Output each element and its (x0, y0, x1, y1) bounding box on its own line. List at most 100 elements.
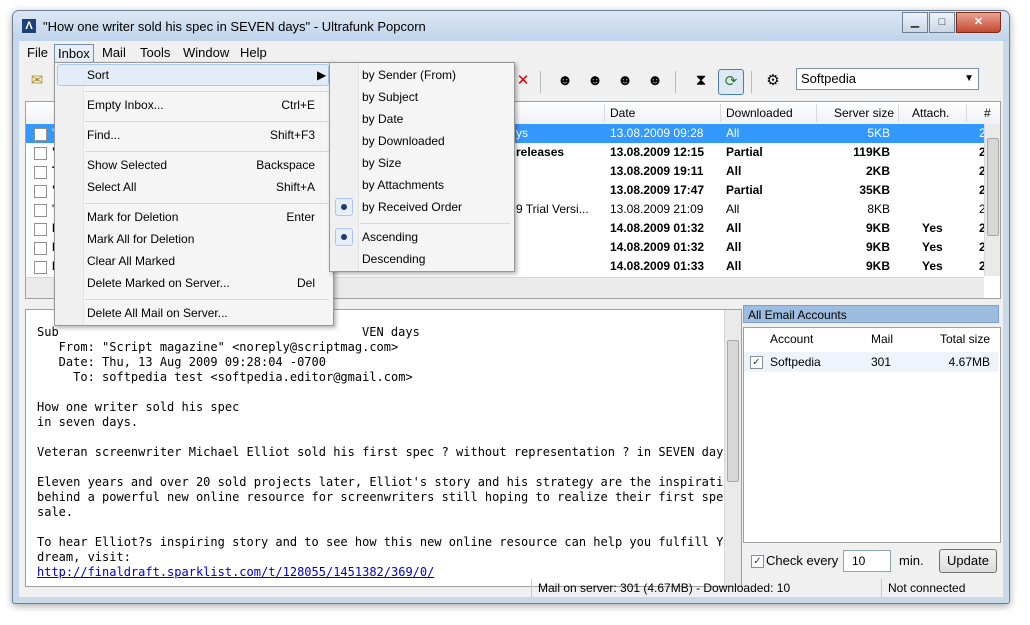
column-server-size[interactable]: Server size (834, 106, 894, 120)
update-button[interactable]: Update (939, 549, 997, 573)
row-checkbox[interactable] (34, 147, 47, 160)
chevron-down-icon: ▼ (964, 73, 974, 84)
maximize-button[interactable]: □ (929, 12, 955, 33)
menu-item-delete-all[interactable]: Delete All Mail on Server... (87, 306, 228, 320)
new-mail-icon[interactable]: ✉ (25, 69, 49, 93)
inbox-menu: Sort ▶ Empty Inbox... Ctrl+E Find... Shi… (54, 62, 334, 326)
menu-item-delete-marked[interactable]: Delete Marked on Server... (87, 276, 230, 290)
menu-tools[interactable]: Tools (136, 44, 174, 61)
check-every-controls: ✓ Check every 10 min. Update (751, 549, 1001, 577)
toolbar-separator (751, 71, 752, 93)
row-attach: Yes (922, 221, 943, 235)
preview-body-line: sale. (37, 505, 74, 519)
sort-by-received-order[interactable]: by Received Order (362, 200, 462, 214)
row-size: 2KB (865, 164, 890, 178)
scroll-thumb[interactable] (987, 138, 999, 236)
menu-help[interactable]: Help (236, 44, 271, 61)
sort-ascending[interactable]: Ascending (362, 230, 418, 244)
menu-separator (85, 203, 329, 204)
minimize-button[interactable]: ▁ (902, 12, 928, 33)
column-downloaded[interactable]: Downloaded (726, 106, 793, 120)
row-checkbox[interactable] (34, 223, 47, 236)
menu-item-mark-deletion[interactable]: Mark for Deletion (87, 210, 178, 224)
row-checkbox[interactable] (34, 166, 47, 179)
shortcut-empty-inbox: Ctrl+E (281, 98, 315, 112)
menu-separator (85, 299, 329, 300)
accounts-title: All Email Accounts (743, 305, 999, 323)
row-size: 9KB (865, 259, 890, 273)
row-date: 14.08.2009 01:32 (610, 240, 705, 254)
column-divider (966, 104, 967, 122)
menu-window[interactable]: Window (179, 44, 233, 61)
menu-inbox[interactable]: Inbox (54, 44, 94, 63)
check-every-checkbox[interactable]: ✓ (751, 555, 764, 568)
sync-icon[interactable]: ⟳ (718, 69, 744, 95)
account-row[interactable]: ✓ Softpedia 301 4.67MB (744, 352, 998, 372)
row-checkbox[interactable] (34, 204, 47, 217)
menu-item-sort[interactable]: Sort (87, 68, 109, 82)
row-checkbox[interactable] (34, 242, 47, 255)
preview-subject-tail: VEN days (362, 325, 420, 339)
row-size: 119KB (853, 145, 890, 159)
menu-separator (360, 223, 510, 224)
row-size: 9KB (865, 240, 890, 254)
account-select[interactable]: Softpedia ▼ (796, 68, 979, 90)
preview-vertical-scrollbar[interactable] (724, 310, 741, 586)
sort-descending[interactable]: Descending (362, 252, 425, 266)
scroll-thumb[interactable] (727, 340, 739, 482)
menu-mail[interactable]: Mail (98, 44, 130, 61)
menu-item-clear-marked[interactable]: Clear All Marked (87, 254, 175, 268)
menu-item-find[interactable]: Find... (87, 128, 120, 142)
row-checkbox[interactable] (34, 128, 47, 141)
toolbar-separator (675, 71, 676, 93)
accounts-panel: All Email Accounts Account Mail Total si… (743, 305, 1001, 545)
menu-item-empty-inbox[interactable]: Empty Inbox... (87, 98, 164, 112)
row-subject-tail: releases (516, 145, 565, 159)
row-size: 9KB (865, 221, 890, 235)
row-checkbox[interactable] (34, 185, 47, 198)
status-divider (531, 579, 532, 597)
row-downloaded: All (726, 126, 740, 140)
message-preview: Sub VEN days From: "Script magazine" <no… (25, 309, 742, 587)
row-subject-tail: 9 Trial Versi... (516, 202, 589, 216)
menu-item-show-selected[interactable]: Show Selected (87, 158, 167, 172)
sort-by-date[interactable]: by Date (362, 112, 403, 126)
accounts-header-mail[interactable]: Mail (871, 332, 893, 346)
user-icon[interactable]: ☻ (583, 69, 607, 93)
column-divider (604, 104, 605, 122)
check-interval-input[interactable]: 10 (843, 550, 891, 572)
menu-separator (85, 121, 329, 122)
column-number[interactable]: # (984, 106, 991, 120)
account-checkbox[interactable]: ✓ (750, 356, 763, 369)
title-bar: Λ "How one writer sold his spec in SEVEN… (13, 11, 1009, 41)
row-subject-tail: ys (516, 126, 528, 140)
row-downloaded: All (726, 259, 742, 273)
menu-file[interactable]: File (23, 44, 52, 61)
user-prev-icon[interactable]: ☻ (553, 69, 577, 93)
sort-by-size[interactable]: by Size (362, 156, 401, 170)
status-server: Mail on server: 301 (4.67MB) - Downloade… (538, 581, 791, 595)
menu-separator (85, 91, 329, 92)
sort-by-attachments[interactable]: by Attachments (362, 178, 444, 192)
row-size: 35KB (859, 183, 890, 197)
menu-item-mark-all-deletion[interactable]: Mark All for Deletion (87, 232, 194, 246)
user-next-icon[interactable]: ☻ (613, 69, 637, 93)
account-settings-icon[interactable]: ⚙ (761, 69, 785, 93)
sort-by-downloaded[interactable]: by Downloaded (362, 134, 445, 148)
row-date: 13.08.2009 09:28 (610, 126, 704, 140)
user-refresh-icon[interactable]: ☻ (643, 69, 667, 93)
column-date[interactable]: Date (610, 106, 635, 120)
accounts-header-size[interactable]: Total size (940, 332, 990, 346)
sort-by-sender[interactable]: by Sender (From) (362, 68, 456, 82)
sort-by-subject[interactable]: by Subject (362, 90, 418, 104)
hourglass-icon[interactable]: ⧗ (689, 69, 713, 93)
row-downloaded: All (726, 240, 742, 254)
row-date: 13.08.2009 21:09 (610, 202, 704, 216)
preview-body-line: How one writer sold his spec (37, 400, 240, 414)
row-checkbox[interactable] (34, 261, 47, 274)
close-button[interactable]: ✕ (956, 12, 1001, 33)
column-attach[interactable]: Attach. (912, 106, 949, 120)
accounts-header-account[interactable]: Account (770, 332, 813, 346)
menu-item-select-all[interactable]: Select All (87, 180, 136, 194)
list-vertical-scrollbar[interactable] (984, 124, 1000, 276)
